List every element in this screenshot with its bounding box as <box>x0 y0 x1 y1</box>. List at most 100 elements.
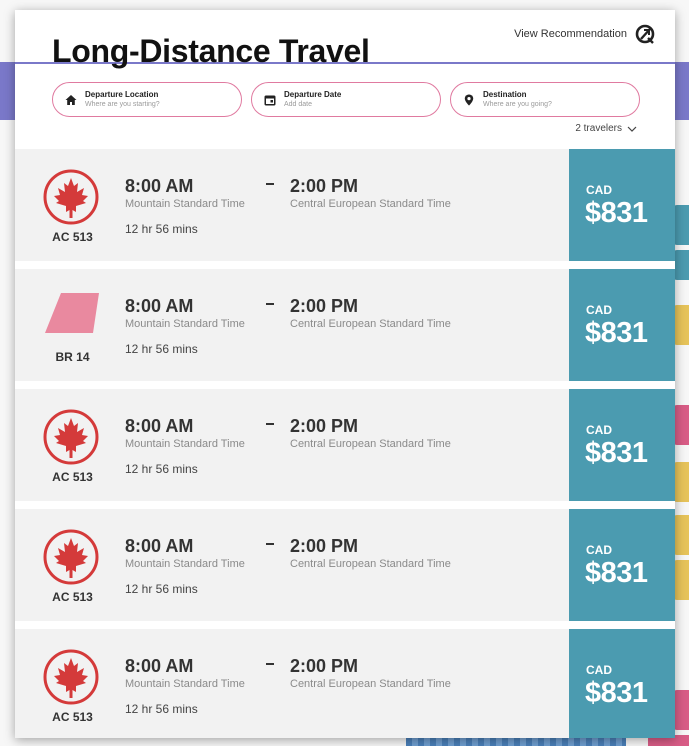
maple-leaf-logo-icon <box>43 529 99 585</box>
pink-tail-fin-logo-icon <box>45 293 99 333</box>
arrival-info: 2:00 PM Central European Standard Time <box>290 297 451 330</box>
departure-timezone: Mountain Standard Time <box>125 318 245 330</box>
flight-card[interactable]: AC 513 8:00 AM Mountain Standard Time 12… <box>15 389 675 501</box>
price-amount: $831 <box>585 437 648 469</box>
price-currency: CAD <box>586 423 612 437</box>
departure-time: 8:00 AM <box>125 296 194 316</box>
calendar-icon <box>264 95 276 105</box>
arrival-info: 2:00 PM Central European Standard Time <box>290 177 451 210</box>
flight-results-panel: Long-Distance Travel View Recommendation… <box>15 10 675 738</box>
departure-info: 8:00 AM Mountain Standard Time 12 hr 56 … <box>125 657 245 716</box>
departure-time: 8:00 AM <box>125 536 194 556</box>
departure-date-field[interactable]: Departure Date Add date <box>251 82 441 117</box>
location-pin-icon <box>464 94 474 105</box>
arrival-time: 2:00 PM <box>290 176 359 196</box>
flight-code: AC 513 <box>52 710 93 724</box>
price-currency: CAD <box>586 663 612 677</box>
price-currency: CAD <box>586 303 612 317</box>
flight-list: AC 513 8:00 AM Mountain Standard Time 12… <box>15 149 675 738</box>
arrival-time: 2:00 PM <box>290 416 359 436</box>
departure-info: 8:00 AM Mountain Standard Time 12 hr 56 … <box>125 537 245 596</box>
departure-time: 8:00 AM <box>125 176 194 196</box>
departure-date-label: Departure Date <box>284 90 342 99</box>
background-card-edge <box>673 462 689 502</box>
background-card-edge <box>673 250 689 280</box>
departure-location-label: Departure Location <box>85 90 159 99</box>
panel-header: Long-Distance Travel View Recommendation… <box>15 10 675 149</box>
departure-time: 8:00 AM <box>125 656 194 676</box>
price-box[interactable]: CAD $831 <box>569 269 675 381</box>
flight-code: AC 513 <box>52 470 93 484</box>
price-currency: CAD <box>586 183 612 197</box>
arrival-info: 2:00 PM Central European Standard Time <box>290 537 451 570</box>
price-amount: $831 <box>585 677 648 709</box>
maple-leaf-logo-icon <box>43 409 99 465</box>
arrival-timezone: Central European Standard Time <box>290 318 451 330</box>
flight-duration: 12 hr 56 mins <box>125 222 198 236</box>
flight-duration: 12 hr 56 mins <box>125 342 198 356</box>
view-recommendation-label: View Recommendation <box>514 28 627 40</box>
arrival-time: 2:00 PM <box>290 296 359 316</box>
background-card-edge <box>673 690 689 730</box>
departure-timezone: Mountain Standard Time <box>125 198 245 210</box>
flight-card[interactable]: BR 14 8:00 AM Mountain Standard Time 12 … <box>15 269 675 381</box>
departure-date-placeholder: Add date <box>284 101 313 108</box>
arrival-info: 2:00 PM Central European Standard Time <box>290 417 451 450</box>
time-separator <box>266 423 274 425</box>
time-separator <box>266 183 274 185</box>
travelers-dropdown[interactable]: 2 travelers <box>575 123 637 134</box>
departure-timezone: Mountain Standard Time <box>125 438 245 450</box>
background-card-edge <box>673 405 689 445</box>
price-box[interactable]: CAD $831 <box>569 149 675 261</box>
background-card-edge <box>673 205 689 245</box>
price-amount: $831 <box>585 557 648 589</box>
departure-info: 8:00 AM Mountain Standard Time 12 hr 56 … <box>125 417 245 476</box>
destination-label: Destination <box>483 90 527 99</box>
search-bar: Departure Location Where are you startin… <box>52 82 640 117</box>
flight-code: BR 14 <box>55 350 90 364</box>
recommendation-logo-icon <box>635 24 655 44</box>
arrival-timezone: Central European Standard Time <box>290 558 451 570</box>
background-card-edge <box>673 305 689 345</box>
airline-column: AC 513 <box>15 389 125 501</box>
background-card-edge <box>673 560 689 600</box>
time-separator <box>266 303 274 305</box>
arrival-info: 2:00 PM Central European Standard Time <box>290 657 451 690</box>
flight-duration: 12 hr 56 mins <box>125 462 198 476</box>
maple-leaf-logo-icon <box>43 649 99 705</box>
view-recommendation-button[interactable]: View Recommendation <box>514 24 655 44</box>
price-currency: CAD <box>586 543 612 557</box>
airline-column: BR 14 <box>15 269 125 381</box>
price-amount: $831 <box>585 317 648 349</box>
arrival-timezone: Central European Standard Time <box>290 438 451 450</box>
time-separator <box>266 663 274 665</box>
destination-field[interactable]: Destination Where are you going? <box>450 82 640 117</box>
home-icon <box>65 94 77 105</box>
arrival-time: 2:00 PM <box>290 656 359 676</box>
airline-column: AC 513 <box>15 509 125 621</box>
arrival-timezone: Central European Standard Time <box>290 198 451 210</box>
airline-column: AC 513 <box>15 629 125 738</box>
flight-duration: 12 hr 56 mins <box>125 582 198 596</box>
time-separator <box>266 543 274 545</box>
background-card-edge <box>673 515 689 555</box>
price-box[interactable]: CAD $831 <box>569 629 675 738</box>
departure-timezone: Mountain Standard Time <box>125 558 245 570</box>
flight-card[interactable]: AC 513 8:00 AM Mountain Standard Time 12… <box>15 629 675 738</box>
airline-column: AC 513 <box>15 149 125 261</box>
price-amount: $831 <box>585 197 648 229</box>
flight-card[interactable]: AC 513 8:00 AM Mountain Standard Time 12… <box>15 149 675 261</box>
departure-info: 8:00 AM Mountain Standard Time 12 hr 56 … <box>125 177 245 236</box>
chevron-down-icon <box>627 126 637 132</box>
arrival-time: 2:00 PM <box>290 536 359 556</box>
arrival-timezone: Central European Standard Time <box>290 678 451 690</box>
flight-duration: 12 hr 56 mins <box>125 702 198 716</box>
price-box[interactable]: CAD $831 <box>569 389 675 501</box>
departure-timezone: Mountain Standard Time <box>125 678 245 690</box>
flight-card[interactable]: AC 513 8:00 AM Mountain Standard Time 12… <box>15 509 675 621</box>
price-box[interactable]: CAD $831 <box>569 509 675 621</box>
departure-info: 8:00 AM Mountain Standard Time 12 hr 56 … <box>125 297 245 356</box>
departure-location-field[interactable]: Departure Location Where are you startin… <box>52 82 242 117</box>
departure-time: 8:00 AM <box>125 416 194 436</box>
destination-placeholder: Where are you going? <box>483 101 552 108</box>
